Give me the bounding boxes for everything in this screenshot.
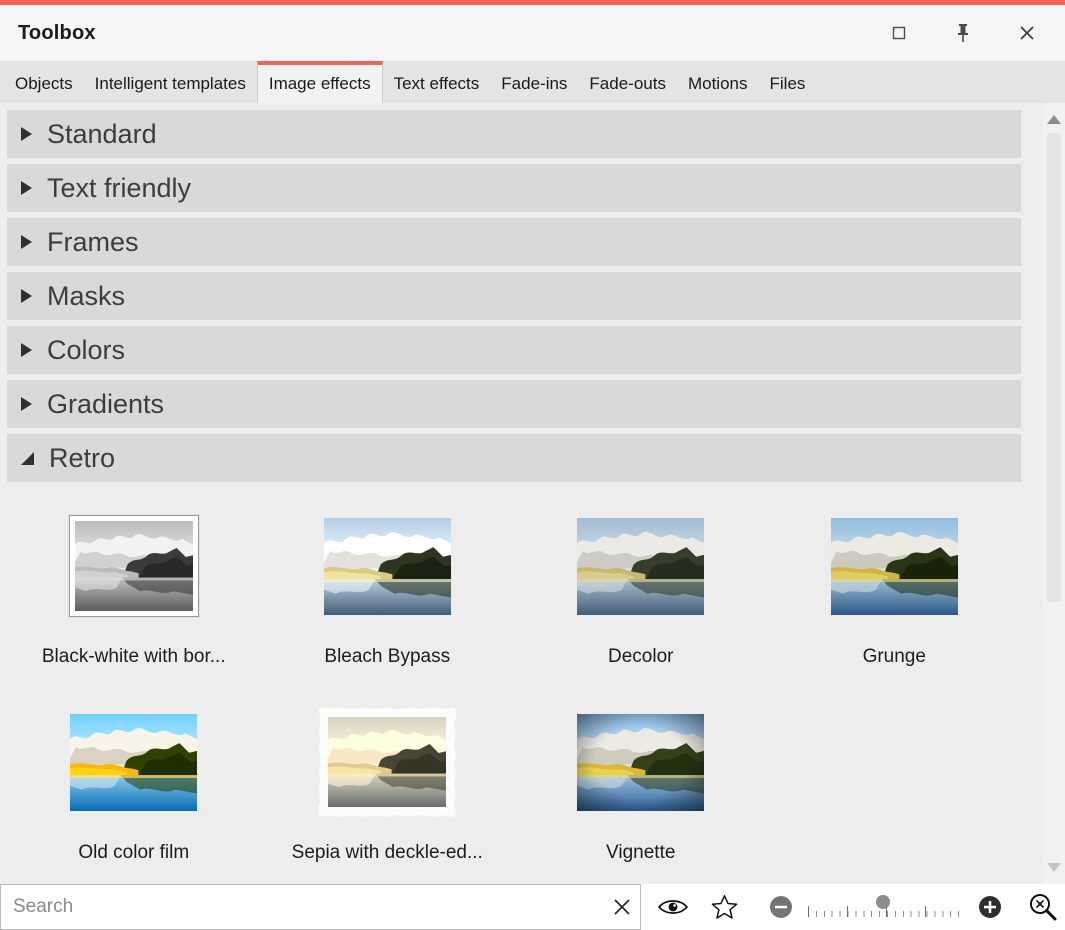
retro-effects-grid: Black-white with bor... Bleach Bypass De… [7,510,1021,884]
tab-text-effects[interactable]: Text effects [383,61,491,103]
effect-label: Sepia with deckle-ed... [292,842,483,864]
favorites-button[interactable] [711,894,738,920]
section-label: Gradients [47,389,164,420]
clear-search-button[interactable] [604,885,640,929]
effect-sepia-with-deckle-edge[interactable]: Sepia with deckle-ed... [261,706,515,884]
effect-bleach-bypass[interactable]: Bleach Bypass [261,510,515,706]
zoom-in-icon [977,894,1003,920]
effect-thumbnail[interactable] [577,518,704,615]
close-icon [1019,25,1035,41]
tab-objects[interactable]: Objects [4,61,84,103]
effect-label: Old color film [78,842,189,864]
tab-fade-ins[interactable]: Fade-ins [490,61,578,103]
tab-label: Intelligent templates [95,74,246,94]
titlebar: Toolbox [0,5,1065,61]
section-standard[interactable]: Standard [7,110,1021,158]
effect-label: Grunge [863,646,926,668]
effect-decolor[interactable]: Decolor [514,510,768,706]
section-label: Masks [47,281,125,312]
tab-label: Fade-ins [501,74,567,94]
effect-thumbnail[interactable] [577,714,704,811]
slider-thumb[interactable] [876,895,890,909]
effect-label: Black-white with bor... [42,646,226,668]
bottom-toolbar [0,884,1065,930]
section-retro[interactable]: Retro [7,434,1021,482]
effect-label: Bleach Bypass [324,646,450,668]
zoom-in-button[interactable] [977,894,1003,920]
zoom-out-icon [768,894,794,920]
effect-black-white-with-border[interactable]: Black-white with bor... [7,510,261,706]
chevron-right-icon [21,127,32,141]
tab-fade-outs[interactable]: Fade-outs [578,61,677,103]
tab-image-effects[interactable]: Image effects [257,61,383,103]
search-input[interactable] [1,885,604,929]
scroll-down-icon[interactable] [1047,863,1061,872]
chevron-right-icon [21,343,32,357]
section-label: Retro [49,443,115,474]
effect-thumbnail[interactable] [318,707,456,817]
chevron-right-icon [21,397,32,411]
section-label: Frames [47,227,139,258]
section-frames[interactable]: Frames [7,218,1021,266]
tab-bar: Objects Intelligent templates Image effe… [0,61,1065,103]
section-colors[interactable]: Colors [7,326,1021,374]
tab-label: Motions [688,74,748,94]
chevron-right-icon [21,289,32,303]
maximize-icon [892,26,906,40]
effect-thumbnail[interactable] [69,515,199,617]
clear-search-icon [613,898,631,916]
close-button[interactable] [1007,13,1047,53]
chevron-right-icon [21,235,32,249]
chevron-right-icon [21,181,32,195]
reset-zoom-icon [1027,891,1059,923]
effect-thumbnail[interactable] [831,518,958,615]
section-label: Standard [47,119,157,150]
tab-label: Image effects [269,74,371,94]
star-icon [711,894,738,920]
tab-label: Fade-outs [589,74,666,94]
effect-thumbnail[interactable] [324,518,451,615]
section-gradients[interactable]: Gradients [7,380,1021,428]
reset-zoom-button[interactable] [1027,891,1059,923]
section-label: Colors [47,335,125,366]
section-label: Text friendly [47,173,191,204]
tab-label: Text effects [394,74,480,94]
tab-label: Files [770,74,806,94]
preview-eye-button[interactable] [657,896,689,918]
effect-thumbnail[interactable] [70,714,197,811]
tab-intelligent-templates[interactable]: Intelligent templates [84,61,257,103]
window-title: Toolbox [18,22,96,45]
eye-icon [657,896,689,918]
scrollbar-thumb[interactable] [1047,133,1061,602]
effect-old-color-film[interactable]: Old color film [7,706,261,884]
effect-label: Decolor [608,646,673,668]
search-box [0,884,641,930]
maximize-button[interactable] [879,13,919,53]
effect-vignette[interactable]: Vignette [514,706,768,884]
effect-grunge[interactable]: Grunge [768,510,1022,706]
section-masks[interactable]: Masks [7,272,1021,320]
chevron-expanded-icon [21,452,34,465]
zoom-out-button[interactable] [768,894,794,920]
image-effects-panel: Standard Text friendly Frames Masks Colo… [0,103,1065,884]
pin-button[interactable] [943,13,983,53]
scroll-up-icon[interactable] [1047,115,1061,124]
tab-label: Objects [15,74,73,94]
pin-icon [956,23,970,43]
tab-files[interactable]: Files [759,61,817,103]
vertical-scrollbar[interactable] [1043,103,1065,884]
tab-motions[interactable]: Motions [677,61,759,103]
thumbnail-size-slider[interactable] [808,894,963,920]
effect-label: Vignette [606,842,675,864]
section-text-friendly[interactable]: Text friendly [7,164,1021,212]
